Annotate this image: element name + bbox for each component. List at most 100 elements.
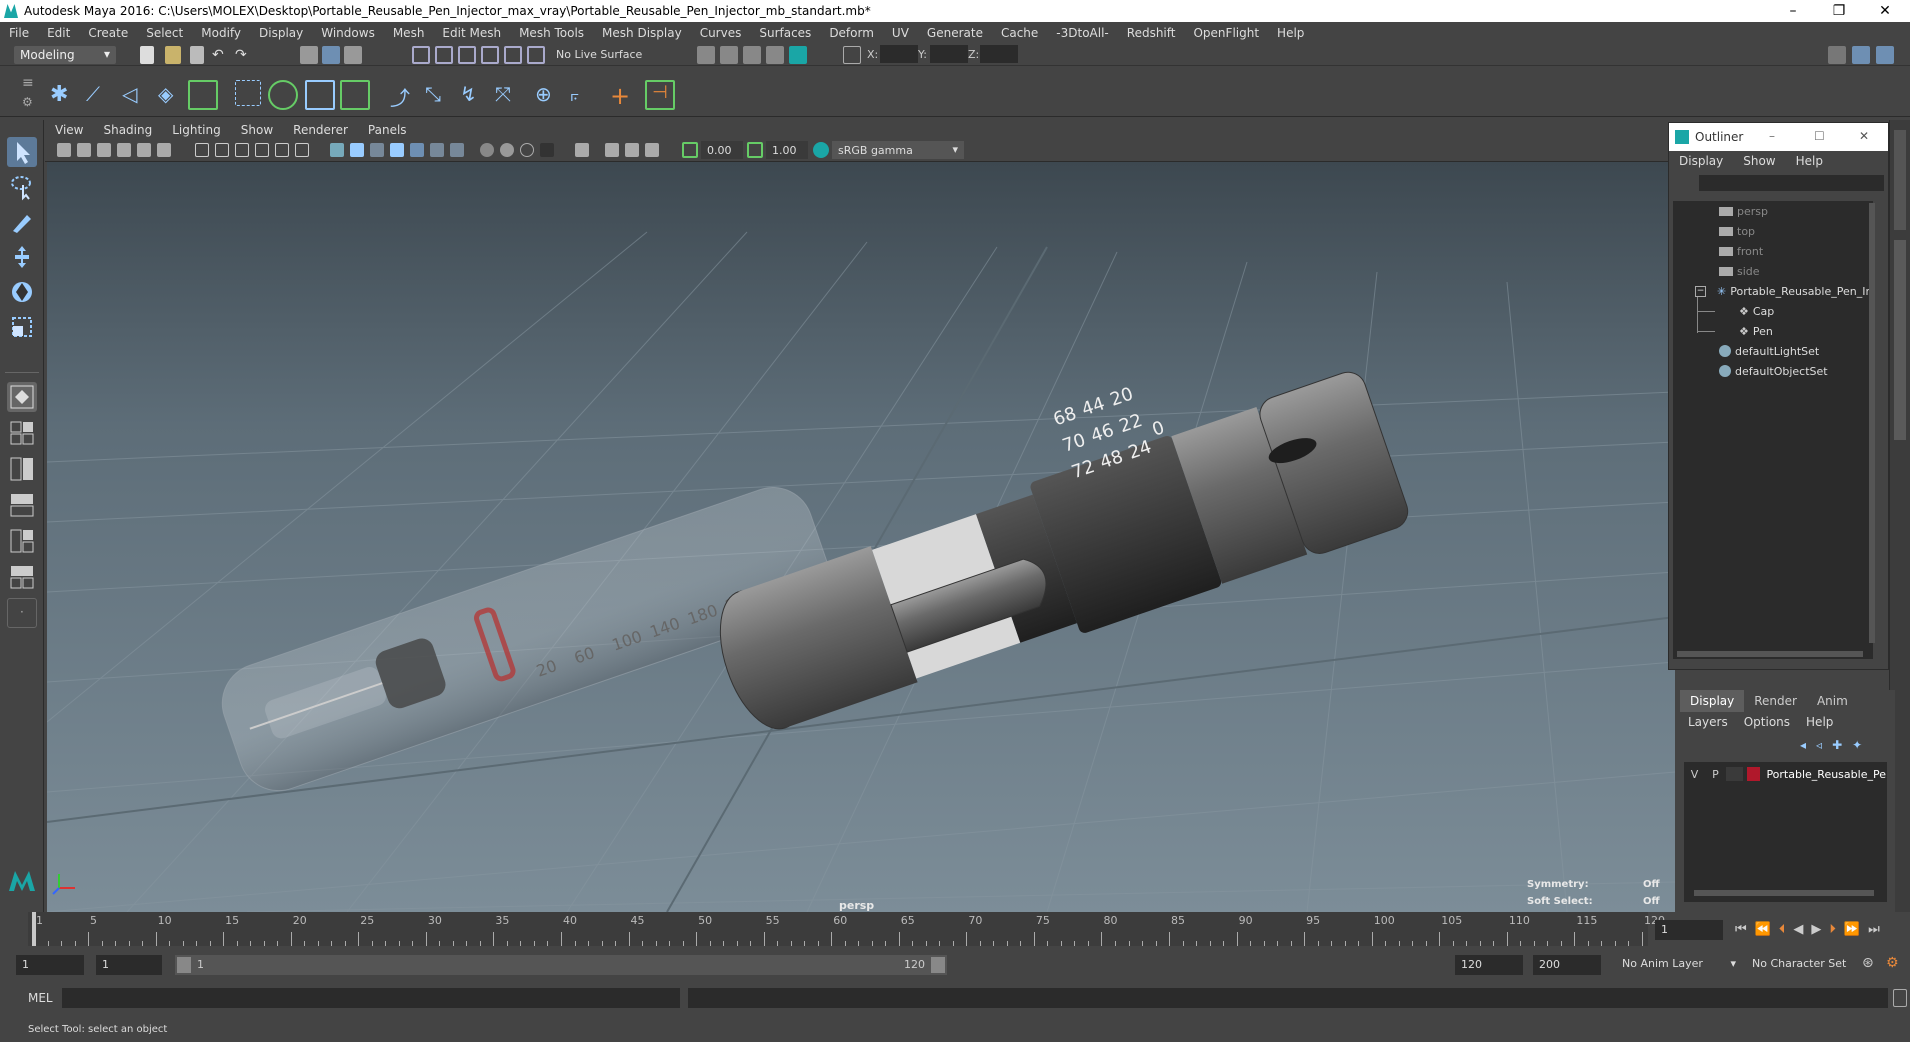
antialias-icon[interactable] xyxy=(500,143,514,157)
restore-button[interactable]: ❐ xyxy=(1816,0,1862,22)
default-lighting-icon[interactable] xyxy=(370,143,384,157)
menu-mesh-display[interactable]: Mesh Display xyxy=(593,26,691,40)
outliner-search-input[interactable] xyxy=(1699,175,1884,191)
go-to-start-icon[interactable]: ⏮ xyxy=(1735,922,1747,937)
layout-misc-icon[interactable] xyxy=(7,562,37,592)
snap-view-icon[interactable] xyxy=(481,46,499,64)
play-backwards-icon[interactable]: ◀ xyxy=(1793,922,1803,937)
extrude-curve-icon[interactable]: ⟋ xyxy=(86,82,112,108)
outliner-menu-help[interactable]: Help xyxy=(1786,154,1833,168)
auto-key-icon[interactable]: ⊛ xyxy=(1862,955,1880,973)
bookmark-icon[interactable] xyxy=(97,143,111,157)
tab-render[interactable]: Render xyxy=(1744,690,1807,712)
panel-menu-panels[interactable]: Panels xyxy=(358,123,417,137)
menu-mesh[interactable]: Mesh xyxy=(384,26,434,40)
smooth-shade-icon[interactable] xyxy=(350,143,364,157)
tab-anim[interactable]: Anim xyxy=(1807,690,1858,712)
menu-3dtoall[interactable]: -3DtoAll- xyxy=(1047,26,1117,40)
render-frame-icon[interactable] xyxy=(720,46,738,64)
z-field[interactable] xyxy=(980,45,1018,63)
range-bar[interactable]: 1 120 xyxy=(175,955,947,975)
outliner-minimize-icon[interactable]: – xyxy=(1769,129,1775,143)
move-tool-icon[interactable] xyxy=(7,242,37,272)
current-frame-field[interactable]: 1 xyxy=(1655,920,1723,940)
channel-box-toggle-icon[interactable] xyxy=(1876,46,1894,64)
outliner-hscrollbar[interactable] xyxy=(1677,651,1863,657)
four-view-icon[interactable] xyxy=(7,418,37,448)
new-scene-icon[interactable] xyxy=(140,46,154,64)
step-forward-key-icon[interactable]: ⏩ xyxy=(1844,922,1860,937)
channel-box-tab[interactable] xyxy=(1894,240,1906,440)
rebuild-icon[interactable]: ⤧ xyxy=(495,82,521,108)
soften-edge-icon[interactable]: ⟔ xyxy=(570,82,596,108)
range-handle-end[interactable] xyxy=(931,957,945,973)
paint-select-icon[interactable] xyxy=(7,207,37,237)
grease-pencil-icon[interactable] xyxy=(157,143,171,157)
layer-name[interactable]: Portable_Reusable_Pen xyxy=(1766,768,1887,781)
hypershade-icon[interactable] xyxy=(789,46,807,64)
menu-cache[interactable]: Cache xyxy=(992,26,1047,40)
lock-camera-icon[interactable] xyxy=(77,143,91,157)
render-view-icon[interactable] xyxy=(697,46,715,64)
render-settings-icon[interactable] xyxy=(766,46,784,64)
color-management-icon[interactable] xyxy=(813,142,829,158)
curve-tool-icon[interactable]: ↯ xyxy=(460,82,486,108)
ipr-render-icon[interactable] xyxy=(743,46,761,64)
redo-icon[interactable]: ↷ xyxy=(235,47,253,65)
step-back-key-icon[interactable]: ⏪ xyxy=(1755,922,1771,937)
shelf-gear-icon[interactable]: ⚙ xyxy=(22,95,33,109)
textured-icon[interactable] xyxy=(390,143,404,157)
layer-type-toggle[interactable] xyxy=(1725,767,1744,781)
step-forward-frame-icon[interactable]: ⏵ xyxy=(1829,922,1836,937)
close-button[interactable]: ✕ xyxy=(1862,0,1908,22)
multi-cut-icon[interactable]: ✱ xyxy=(50,82,76,108)
menu-modify[interactable]: Modify xyxy=(192,26,250,40)
menu-select[interactable]: Select xyxy=(137,26,192,40)
outliner-item-top[interactable]: top xyxy=(1719,221,1755,241)
snap-curve-icon[interactable] xyxy=(435,46,453,64)
insert-loop-icon[interactable]: ⊕ xyxy=(535,82,561,108)
wireframe-icon[interactable] xyxy=(330,143,344,157)
menu-openflight[interactable]: OpenFlight xyxy=(1184,26,1268,40)
select-hierarchy-icon[interactable] xyxy=(300,46,318,64)
snap-point-icon[interactable] xyxy=(458,46,476,64)
current-time-indicator[interactable] xyxy=(32,912,36,946)
shadows-icon[interactable] xyxy=(430,143,444,157)
go-to-end-icon[interactable]: ⏭ xyxy=(1868,922,1880,937)
persp-graph-icon[interactable] xyxy=(7,490,37,520)
add-pivot-icon[interactable]: + xyxy=(610,82,636,110)
make-live-icon[interactable] xyxy=(527,46,545,64)
panel-menu-view[interactable]: View xyxy=(45,123,93,137)
menu-help[interactable]: Help xyxy=(1268,26,1313,40)
layer-row[interactable]: V P Portable_Reusable_Pen xyxy=(1684,764,1887,784)
menu-file[interactable]: File xyxy=(0,26,38,40)
range-handle-start[interactable] xyxy=(177,957,191,973)
script-language-button[interactable]: MEL xyxy=(28,991,53,1005)
anim-prefs-icon[interactable]: ⚙ xyxy=(1886,955,1904,973)
character-set-dropdown[interactable]: No Character Set xyxy=(1752,957,1870,975)
mode-dropdown[interactable]: Modeling ▾ xyxy=(14,46,116,64)
panel-menu-renderer[interactable]: Renderer xyxy=(283,123,358,137)
outliner-menu-display[interactable]: Display xyxy=(1669,154,1733,168)
bevel-shelf-icon[interactable]: ◁ xyxy=(122,82,148,108)
outliner-close-icon[interactable]: ✕ xyxy=(1859,129,1869,143)
outliner-item-objectset[interactable]: defaultObjectSet xyxy=(1719,361,1828,381)
center-pivot-icon[interactable] xyxy=(188,80,218,110)
layer-visibility-toggle[interactable]: V xyxy=(1684,768,1705,781)
ambient-occlusion-icon[interactable] xyxy=(450,143,464,157)
menu-uv[interactable]: UV xyxy=(883,26,918,40)
attribute-editor-tab[interactable] xyxy=(1894,130,1906,230)
separate-icon[interactable] xyxy=(305,80,335,110)
outliner-scrollbar[interactable] xyxy=(1869,203,1875,643)
xray-icon[interactable] xyxy=(410,143,424,157)
menu-deform[interactable]: Deform xyxy=(820,26,883,40)
image-plane-icon[interactable] xyxy=(117,143,131,157)
delete-history-icon[interactable] xyxy=(340,80,370,110)
layer-menu-help[interactable]: Help xyxy=(1798,715,1841,729)
key-icon[interactable]: ⊣ xyxy=(645,80,675,110)
step-back-frame-icon[interactable]: ⏴ xyxy=(1779,922,1786,937)
snap-surface-icon[interactable] xyxy=(504,46,522,64)
menu-generate[interactable]: Generate xyxy=(918,26,992,40)
layer-playback-toggle[interactable]: P xyxy=(1705,768,1726,781)
toggle-hud-icon[interactable] xyxy=(645,143,659,157)
